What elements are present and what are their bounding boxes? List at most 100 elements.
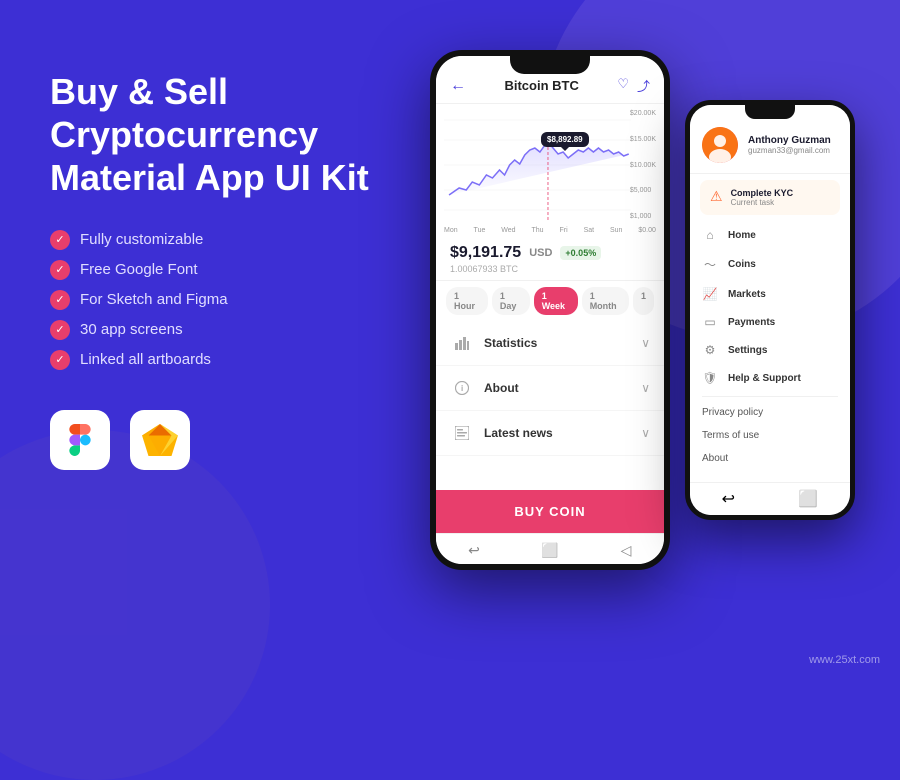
price-sub: 1.00067933 BTC (450, 264, 650, 274)
main-title: Buy & SellCryptocurrencyMaterial App UI … (50, 70, 430, 200)
check-icon: ✓ (50, 320, 70, 340)
statistics-icon (450, 331, 474, 355)
accordion-chevron-down: ∨ (641, 381, 650, 395)
feature-label: For Sketch and Figma (80, 291, 228, 308)
side-phone: Anthony Guzman guzman33@gmail.com ⚠ Comp… (685, 100, 855, 520)
kyc-title: Complete KYC (731, 188, 794, 198)
home-icon: ⌂ (702, 228, 718, 242)
x-label: Thu (531, 227, 543, 234)
feature-label: Linked all artboards (80, 351, 211, 368)
coins-icon: 〜 (702, 256, 718, 273)
news-label: Latest news (484, 426, 641, 440)
feature-item: ✓ For Sketch and Figma (50, 290, 430, 310)
accordion-items: Statistics ∨ i About ∨ (436, 321, 664, 490)
y-label: $10.00K (630, 162, 656, 169)
tab-1week[interactable]: 1 Week (534, 287, 578, 315)
tab-more[interactable]: 1 (633, 287, 654, 315)
phone-screen: ← Bitcoin BTC ♡ ⤴ $8,892.89 $20.00K $15.… (436, 56, 664, 564)
accordion-chevron-down: ∨ (641, 426, 650, 440)
price-badge: +0.05% (560, 246, 601, 260)
menu-label-settings: Settings (728, 345, 767, 356)
menu-label-coins: Coins (728, 259, 756, 270)
chart-y-labels: $20.00K $15.00K $10.00K $5,000 $1,000 (630, 110, 656, 220)
check-icon: ✓ (50, 230, 70, 250)
side-phone-screen: Anthony Guzman guzman33@gmail.com ⚠ Comp… (690, 105, 850, 515)
tab-1hour[interactable]: 1 Hour (446, 287, 488, 315)
heart-icon[interactable]: ♡ (617, 76, 629, 95)
payments-icon: ▭ (702, 315, 718, 329)
price-row: $9,191.75 USD +0.05% (450, 244, 650, 262)
share-icon[interactable]: ⤴ (637, 76, 650, 95)
kyc-warning-icon: ⚠ (710, 188, 723, 205)
side-nav-home[interactable]: ⬜ (798, 489, 818, 509)
menu-label-payments: Payments (728, 317, 775, 328)
accordion-statistics[interactable]: Statistics ∨ (436, 321, 664, 366)
nav-recents-icon[interactable]: ◁ (618, 542, 634, 558)
news-icon (450, 421, 474, 445)
kyc-alert[interactable]: ⚠ Complete KYC Current task (700, 180, 840, 215)
help-icon: 🛡 (702, 371, 718, 385)
nav-back-icon[interactable]: ↩ (466, 542, 482, 558)
about-icon: i (450, 376, 474, 400)
side-phone-bottom-bar: ↩ ⬜ (690, 482, 850, 515)
profile-info: Anthony Guzman guzman33@gmail.com (748, 135, 831, 155)
x-label: Wed (501, 227, 515, 234)
features-list: ✓ Fully customizable ✓ Free Google Font … (50, 230, 430, 370)
statistics-label: Statistics (484, 336, 641, 350)
feature-item: ✓ Fully customizable (50, 230, 430, 250)
settings-icon: ⚙ (702, 343, 718, 357)
back-button[interactable]: ← (450, 77, 466, 95)
watermark: www.25xt.com (809, 654, 880, 666)
y-label: $5,000 (630, 187, 656, 194)
feature-label: Fully customizable (80, 231, 203, 248)
menu-item-markets[interactable]: 📈 Markets (690, 280, 850, 308)
tab-1day[interactable]: 1 Day (492, 287, 530, 315)
tool-icons (50, 410, 430, 470)
side-phone-notch (745, 105, 795, 119)
tab-1month[interactable]: 1 Month (582, 287, 629, 315)
check-icon: ✓ (50, 260, 70, 280)
check-icon: ✓ (50, 350, 70, 370)
right-panel: ← Bitcoin BTC ♡ ⤴ $8,892.89 $20.00K $15.… (430, 40, 855, 570)
time-tabs: 1 Hour 1 Day 1 Week 1 Month 1 (436, 281, 664, 321)
y-label: $1,000 (630, 213, 656, 220)
menu-item-payments[interactable]: ▭ Payments (690, 308, 850, 336)
main-phone: ← Bitcoin BTC ♡ ⤴ $8,892.89 $20.00K $15.… (430, 50, 670, 570)
menu-label-home: Home (728, 230, 756, 241)
svg-text:i: i (461, 384, 463, 393)
markets-icon: 📈 (702, 287, 718, 301)
menu-item-help[interactable]: 🛡 Help & Support (690, 364, 850, 392)
buy-button[interactable]: BUY COIN (436, 490, 664, 533)
phone-bottom-bar: ↩ ⬜ ◁ (436, 533, 664, 564)
menu-item-settings[interactable]: ⚙ Settings (690, 336, 850, 364)
x-label: Tue (474, 227, 486, 234)
menu-item-home[interactable]: ⌂ Home (690, 221, 850, 249)
sketch-icon-box (130, 410, 190, 470)
feature-label: Free Google Font (80, 261, 198, 278)
side-nav-back[interactable]: ↩ (722, 489, 735, 509)
menu-item-coins[interactable]: 〜 Coins (690, 249, 850, 280)
about-label: About (484, 381, 641, 395)
accordion-about[interactable]: i About ∨ (436, 366, 664, 411)
feature-item: ✓ Linked all artboards (50, 350, 430, 370)
feature-label: 30 app screens (80, 321, 183, 338)
x-label-zero: $0.00 (638, 227, 656, 234)
x-label: Mon (444, 227, 458, 234)
x-label: Sun (610, 227, 622, 234)
privacy-policy-link[interactable]: Privacy policy (690, 401, 850, 424)
profile-email: guzman33@gmail.com (748, 146, 831, 155)
kyc-text: Complete KYC Current task (731, 188, 794, 207)
menu-label-help: Help & Support (728, 373, 801, 384)
check-icon: ✓ (50, 290, 70, 310)
accordion-news[interactable]: Latest news ∨ (436, 411, 664, 456)
terms-of-use-link[interactable]: Terms of use (690, 424, 850, 447)
left-panel: Buy & SellCryptocurrencyMaterial App UI … (50, 40, 430, 470)
about-link[interactable]: About (690, 447, 850, 470)
phone-notch (510, 56, 590, 74)
price-main: $9,191.75 (450, 244, 521, 262)
profile-name: Anthony Guzman (748, 135, 831, 146)
coin-title: Bitcoin BTC (504, 78, 578, 93)
nav-home-icon[interactable]: ⬜ (542, 542, 558, 558)
feature-item: ✓ Free Google Font (50, 260, 430, 280)
x-label: Sat (584, 227, 595, 234)
